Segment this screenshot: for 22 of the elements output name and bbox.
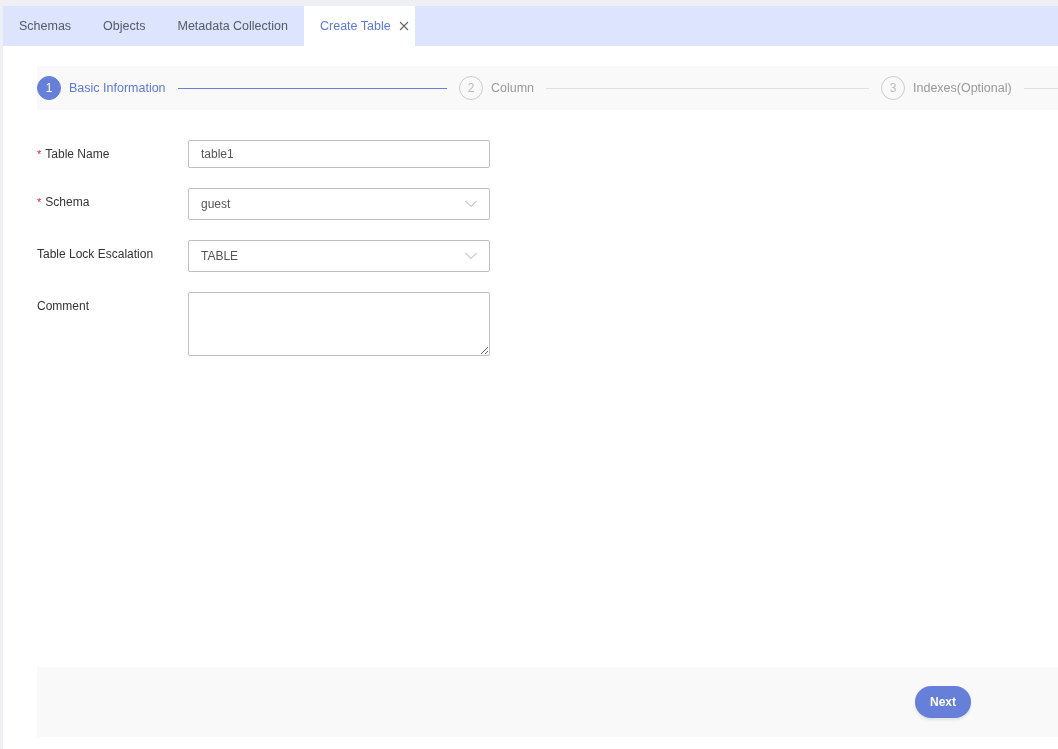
tab[interactable]: Metadata Collection xyxy=(161,6,304,46)
step-label: Indexes(Optional) xyxy=(913,81,1012,95)
step-label: Basic Information xyxy=(69,81,166,95)
field-label: Table Name xyxy=(45,147,110,161)
chevron-down-icon xyxy=(465,252,477,260)
dropdown-field[interactable]: TABLE xyxy=(188,240,490,272)
field-label: Comment xyxy=(37,299,89,313)
comment-field[interactable] xyxy=(188,292,490,356)
required-mark: * xyxy=(37,196,42,208)
tab[interactable]: Schemas xyxy=(3,6,88,46)
close-icon[interactable] xyxy=(398,21,409,31)
required-mark: * xyxy=(37,148,42,160)
input-field[interactable]: table1 xyxy=(188,140,490,168)
dropdown-field[interactable]: guest xyxy=(188,188,490,220)
field-label: Schema xyxy=(45,195,90,209)
next-button[interactable]: Next xyxy=(915,686,971,718)
tab[interactable]: Objects xyxy=(87,6,162,46)
chevron-down-icon xyxy=(465,200,477,208)
step-label: Column xyxy=(491,81,535,95)
tab[interactable]: Create Table xyxy=(304,6,415,46)
field-label: Table Lock Escalation xyxy=(37,247,154,261)
step-number: 1 xyxy=(37,76,61,100)
